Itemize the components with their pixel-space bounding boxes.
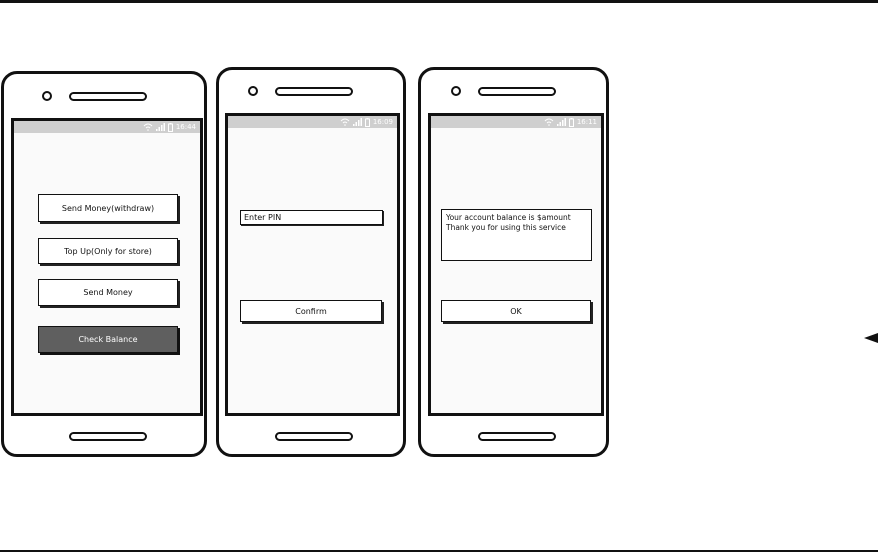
status-bar: 16:11 xyxy=(431,116,601,128)
top-up-button[interactable]: Top Up(Only for store) xyxy=(38,238,178,264)
arrow-left-icon xyxy=(864,333,878,343)
status-bar: 16:09 xyxy=(228,116,397,128)
camera-icon xyxy=(451,86,461,96)
status-time: 16:09 xyxy=(372,118,393,126)
ok-button[interactable]: OK xyxy=(441,300,591,322)
send-money-button[interactable]: Send Money xyxy=(38,279,178,306)
screen-home: 16:44 Send Money(withdraw) Top Up(Only f… xyxy=(11,118,203,416)
wifi-icon xyxy=(544,118,554,126)
battery-icon xyxy=(364,117,370,127)
speaker-grille xyxy=(478,87,556,96)
camera-icon xyxy=(248,86,258,96)
camera-icon xyxy=(42,91,52,101)
signal-icon xyxy=(556,118,566,126)
status-time: 16:11 xyxy=(576,118,597,126)
wifi-icon xyxy=(340,118,350,126)
home-button[interactable] xyxy=(69,432,147,441)
home-button[interactable] xyxy=(275,432,353,441)
status-time: 16:44 xyxy=(175,123,196,131)
signal-icon xyxy=(352,118,362,126)
speaker-grille xyxy=(69,92,147,101)
status-bar: 16:44 xyxy=(14,121,200,133)
thank-you-message-line: Thank you for using this service xyxy=(446,223,566,232)
bottom-border-line xyxy=(0,550,878,552)
top-border-line xyxy=(0,0,878,3)
balance-message-line: Your account balance is $amount xyxy=(446,213,571,222)
home-button[interactable] xyxy=(478,432,556,441)
phone-pin: 16:09 Enter PIN Confirm xyxy=(216,67,406,457)
battery-icon xyxy=(568,117,574,127)
speaker-grille xyxy=(275,87,353,96)
pin-input[interactable]: Enter PIN xyxy=(240,210,383,225)
confirm-button[interactable]: Confirm xyxy=(240,300,382,322)
signal-icon xyxy=(155,123,165,131)
wifi-icon xyxy=(143,123,153,131)
screen-balance: 16:11 Your account balance is $amount Th… xyxy=(428,113,604,416)
balance-message-box: Your account balance is $amount Thank yo… xyxy=(441,209,592,261)
battery-icon xyxy=(167,122,173,132)
phone-home: 16:44 Send Money(withdraw) Top Up(Only f… xyxy=(1,71,207,457)
phone-balance: 16:11 Your account balance is $amount Th… xyxy=(418,67,609,457)
check-balance-button[interactable]: Check Balance xyxy=(38,326,178,353)
screen-pin: 16:09 Enter PIN Confirm xyxy=(225,113,400,416)
send-money-withdraw-button[interactable]: Send Money(withdraw) xyxy=(38,194,178,222)
